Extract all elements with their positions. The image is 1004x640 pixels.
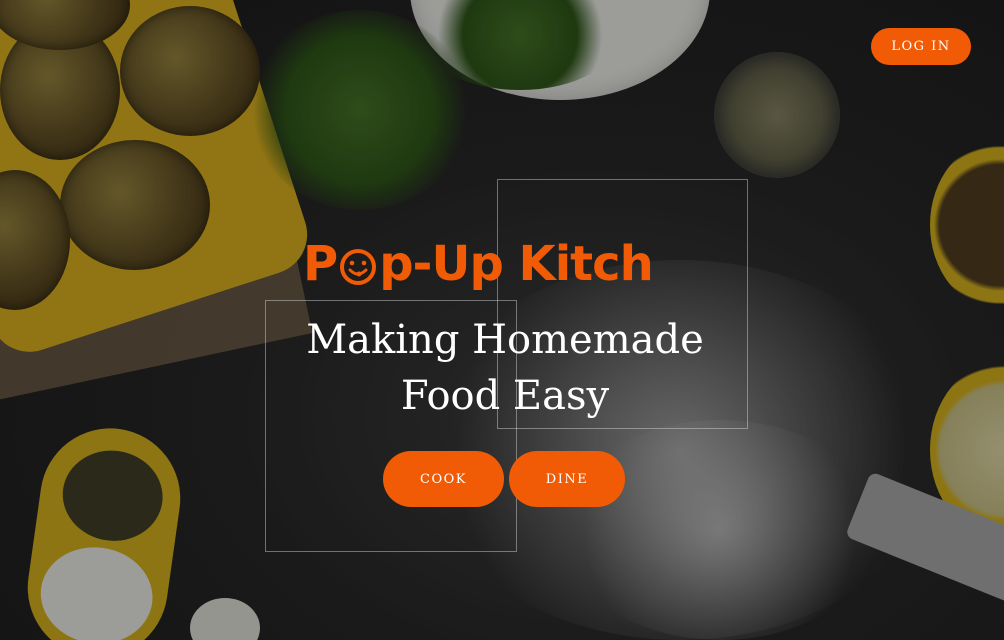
hero-tagline: Making Homemade Food Easy [265, 312, 745, 424]
cook-button[interactable]: COOK [383, 451, 504, 507]
tagline-line-2: Food Easy [400, 373, 610, 419]
tagline-line-1: Making Homemade [306, 317, 704, 363]
login-button[interactable]: LOG IN [871, 28, 971, 65]
logo-text-start: P [303, 236, 338, 292]
smiley-face-icon [340, 249, 377, 285]
dine-button[interactable]: DINE [509, 451, 625, 507]
logo: P p-Up Kitch [303, 228, 707, 300]
logo-text-end: p-Up Kitch [379, 236, 654, 292]
